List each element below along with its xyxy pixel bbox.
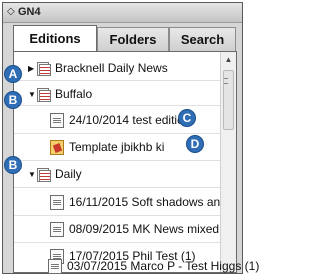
template-icon xyxy=(50,139,64,155)
tree-item-label: Daily xyxy=(55,167,82,181)
tab-folders[interactable]: Folders xyxy=(97,27,169,51)
collapse-arrow-icon[interactable]: ▼ xyxy=(28,170,36,179)
divider xyxy=(14,80,222,81)
callout-b-badge: B xyxy=(4,91,22,109)
tree-item-bracknell[interactable]: ▶ Bracknell Daily News xyxy=(28,57,168,79)
scroll-up-icon[interactable]: ▲ xyxy=(221,52,236,68)
tree-item-buffalo[interactable]: ▼ Buffalo xyxy=(28,83,92,105)
callout-a-badge: A xyxy=(4,65,22,83)
panel-title: GN4 xyxy=(18,6,41,18)
tree-item-label: Template jbikhb ki xyxy=(69,140,165,154)
callout-c-badge: C xyxy=(178,109,196,127)
grip-icon xyxy=(224,78,228,84)
tree-item-label: Bracknell Daily News xyxy=(55,61,168,75)
panel-titlebar[interactable]: ◇ GN4 xyxy=(3,3,242,23)
tree-item-edition[interactable]: 24/10/2014 test edition xyxy=(50,109,190,131)
publication-icon xyxy=(36,167,51,182)
divider xyxy=(14,242,222,243)
edition-icon xyxy=(50,112,64,128)
tree-item-label: 03/07/2015 Marco P - Test Higgs (1) xyxy=(67,259,260,273)
callout-b-badge: B xyxy=(4,156,22,174)
tree-item-edition[interactable]: 16/11/2015 Soft shadows and transp xyxy=(50,191,236,213)
edition-icon xyxy=(48,258,62,274)
vertical-scrollbar[interactable]: ▲ xyxy=(220,52,236,272)
editions-tree: ▶ Bracknell Daily News ▼ Buffalo 24/10/2… xyxy=(13,51,237,273)
collapse-chevron-icon[interactable]: ◇ xyxy=(7,6,15,17)
publication-icon xyxy=(36,87,51,102)
tree-item-label: 24/10/2014 test edition xyxy=(69,113,191,127)
tree-item-label: 16/11/2015 Soft shadows and transp xyxy=(69,195,236,209)
divider xyxy=(14,133,222,134)
tree-item-label: 08/09/2015 MK News mixed edition xyxy=(69,222,236,236)
tab-search[interactable]: Search xyxy=(169,27,236,51)
tree-item-edition[interactable]: 03/07/2015 Marco P - Test Higgs (1) xyxy=(48,255,259,277)
gn4-panel: ◇ GN4 Editions Folders Search ▶ Bracknel… xyxy=(2,2,243,274)
expand-arrow-icon[interactable]: ▶ xyxy=(28,64,36,73)
tree-item-daily[interactable]: ▼ Daily xyxy=(28,163,82,185)
divider xyxy=(14,215,222,216)
divider xyxy=(14,160,222,161)
tree-item-template[interactable]: Template jbikhb ki xyxy=(50,136,164,158)
tree-item-label: Buffalo xyxy=(55,87,93,101)
edition-icon xyxy=(50,194,64,210)
tree-item-edition[interactable]: 08/09/2015 MK News mixed edition xyxy=(50,218,236,240)
publication-icon xyxy=(36,61,51,76)
divider xyxy=(14,187,222,188)
collapse-arrow-icon[interactable]: ▼ xyxy=(28,90,36,99)
divider xyxy=(14,105,222,106)
tab-editions[interactable]: Editions xyxy=(13,25,97,51)
edition-icon xyxy=(50,221,64,237)
callout-d-badge: D xyxy=(186,135,204,153)
tab-bar: Editions Folders Search xyxy=(3,25,242,51)
